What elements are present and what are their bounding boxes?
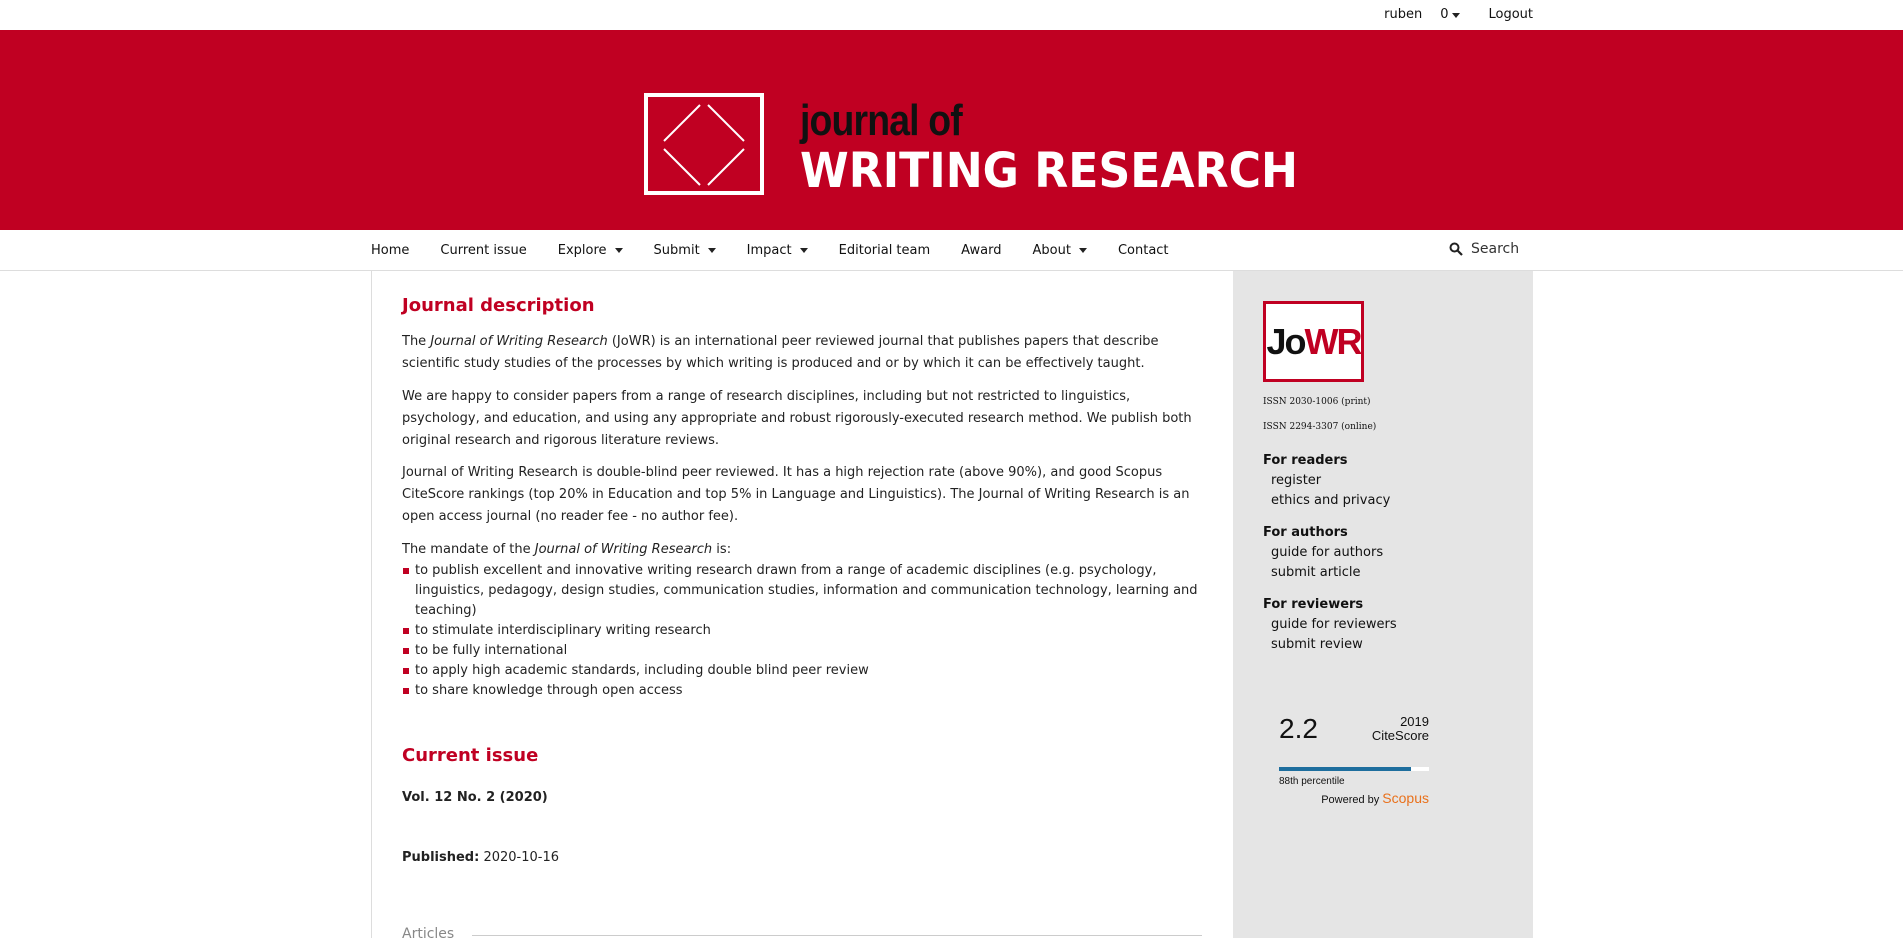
percentile-bar-fill	[1279, 767, 1411, 771]
percentile-label: 88th percentile	[1279, 776, 1345, 787]
journal-logo-line1: journal of	[800, 96, 963, 145]
nav-item-editorial-team[interactable]: Editorial team	[839, 243, 931, 258]
submit-article-link[interactable]: submit article	[1263, 563, 1383, 583]
journal-name-italic: Journal of Writing Research	[534, 542, 713, 557]
mandate-list: to publish excellent and innovative writ…	[402, 561, 1202, 701]
jowr-logo: Jo WR	[1263, 301, 1364, 382]
nav-list: Home Current issue Explore Submit Impact…	[371, 230, 1200, 271]
nav-item-award[interactable]: Award	[961, 243, 1001, 258]
ethics-privacy-link[interactable]: ethics and privacy	[1263, 491, 1390, 511]
nav-item-contact[interactable]: Contact	[1118, 243, 1169, 258]
journal-logo-mark[interactable]	[644, 93, 764, 195]
notifications-count[interactable]: 0	[1440, 7, 1478, 22]
chevron-down-icon	[1452, 13, 1461, 18]
list-item: to be fully international	[402, 641, 1202, 661]
citescore-widget[interactable]: 2.2 2019 CiteScore 88th percentile Power…	[1279, 711, 1429, 821]
nav-item-label: Contact	[1117, 243, 1169, 258]
nav-item-explore[interactable]: Explore	[558, 243, 623, 258]
powered-by-label: Powered by	[1321, 794, 1380, 806]
sidebar: Jo WR ISSN 2030-1006 (print) ISSN 2294-33…	[1233, 271, 1533, 938]
citescore-label: CiteScore	[1371, 728, 1429, 743]
issue-volume: Vol. 12 No. 2 (2020)	[402, 790, 548, 805]
list-item: to stimulate interdisciplinary writing r…	[402, 621, 1202, 641]
nav-item-about[interactable]: About	[1033, 243, 1087, 258]
logout-link[interactable]: Logout	[1488, 7, 1533, 22]
percentile-bar	[1279, 767, 1429, 771]
powered-by-scopus: Powered by Scopus	[1321, 790, 1429, 806]
nav-item-label: Explore	[557, 243, 607, 258]
nav-item-impact[interactable]: Impact	[747, 243, 808, 258]
text-span: The mandate of the	[402, 542, 535, 557]
published-date-value: 2020-10-16	[483, 850, 560, 865]
issn-online: ISSN 2294-3307 (online)	[1263, 422, 1377, 432]
chevron-down-icon	[799, 248, 808, 253]
journal-logo-line2: WRITING RESEARCH	[800, 143, 1298, 199]
journal-name-italic: Journal of Writing Research	[430, 334, 608, 349]
issn-print: ISSN 2030-1006 (print)	[1263, 397, 1371, 407]
nav-item-label: Editorial team	[838, 243, 931, 258]
guide-for-authors-link[interactable]: guide for authors	[1263, 543, 1383, 563]
search-label: Search	[1471, 241, 1520, 257]
main-nav: Home Current issue Explore Submit Impact…	[0, 230, 1903, 271]
published-date: Published: 2020-10-16	[402, 850, 559, 865]
text-span: The	[402, 334, 431, 349]
notifications-count-label: 0	[1440, 7, 1449, 22]
nav-item-label: Impact	[746, 243, 792, 258]
description-paragraph-2: We are happy to consider papers from a r…	[402, 389, 1192, 448]
nav-item-label: About	[1032, 243, 1071, 258]
guide-for-reviewers-link[interactable]: guide for reviewers	[1263, 615, 1397, 635]
description-paragraph-1: The Journal of Writing Research (JoWR) i…	[402, 331, 1202, 375]
list-item: to share knowledge through open access	[402, 681, 1202, 701]
nav-item-submit[interactable]: Submit	[654, 243, 716, 258]
description-paragraph-3: Journal of Writing Research is double-bl…	[402, 465, 1190, 524]
nav-item-label: Current issue	[440, 243, 527, 258]
user-bar: ruben 0 Logout	[0, 0, 1903, 30]
submit-review-link[interactable]: submit review	[1263, 635, 1397, 655]
for-authors-heading: For authors	[1263, 525, 1348, 540]
for-authors-block: For authors guide for authors submit art…	[1263, 523, 1383, 583]
jowr-logo-jo: Jo	[1266, 320, 1307, 362]
published-label: Published:	[402, 850, 480, 865]
journal-description-title: Journal description	[402, 295, 595, 316]
citescore-value: 2.2	[1279, 713, 1318, 744]
for-reviewers-block: For reviewers guide for reviewers submit…	[1263, 595, 1397, 655]
user-menu: ruben 0 Logout	[1384, 7, 1533, 22]
nav-item-label: Submit	[653, 243, 700, 258]
search-link[interactable]: Search	[1449, 241, 1519, 257]
current-issue-title: Current issue	[402, 745, 539, 766]
header-banner: journal of WRITING RESEARCH	[0, 30, 1903, 230]
nav-item-label: Home	[371, 243, 410, 258]
citescore-year-value: 2019	[1400, 714, 1429, 729]
main-content: Journal description The Journal of Writi…	[372, 271, 1232, 942]
divider	[472, 935, 1202, 936]
nav-item-home[interactable]: Home	[371, 243, 409, 258]
for-reviewers-heading: For reviewers	[1263, 597, 1364, 612]
page-content: Journal description The Journal of Writi…	[371, 271, 1533, 942]
for-readers-block: For readers register ethics and privacy	[1263, 451, 1390, 511]
chevron-down-icon	[1078, 248, 1087, 253]
register-link[interactable]: register	[1263, 471, 1390, 491]
mandate-intro: The mandate of the Journal of Writing Re…	[402, 539, 1202, 561]
search-icon	[1449, 242, 1463, 256]
articles-section-heading: Articles	[402, 926, 455, 942]
citescore-year: 2019 CiteScore	[1372, 715, 1429, 743]
jowr-logo-wr: WR	[1304, 320, 1363, 362]
for-readers-heading: For readers	[1263, 453, 1348, 468]
username-link[interactable]: ruben	[1384, 7, 1422, 22]
list-item: to publish excellent and innovative writ…	[402, 561, 1202, 621]
nav-item-current-issue[interactable]: Current issue	[440, 243, 526, 258]
nav-item-label: Award	[961, 243, 1002, 258]
text-span: is:	[712, 542, 732, 557]
list-item: to apply high academic standards, includ…	[402, 661, 1202, 681]
scopus-logo: Scopus	[1382, 790, 1429, 806]
chevron-down-icon	[614, 248, 623, 253]
diamond-logo-icon	[663, 104, 745, 186]
chevron-down-icon	[707, 248, 716, 253]
